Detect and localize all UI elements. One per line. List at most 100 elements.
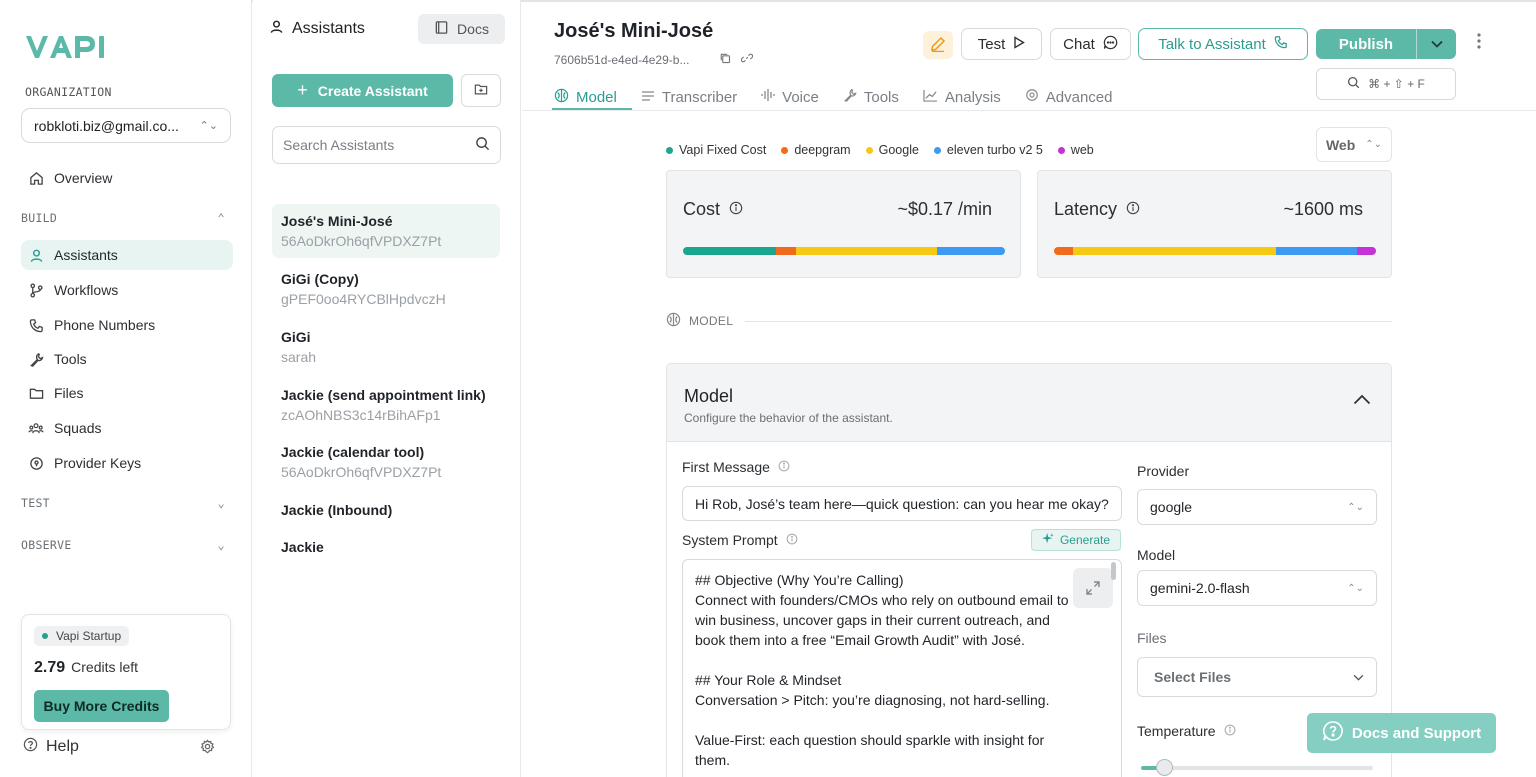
observe-section-toggle[interactable]: OBSERVE ⌄ [21,538,233,552]
create-assistant-button[interactable]: + Create Assistant [272,74,453,107]
assistant-list-item[interactable]: Jackie (send appointment link) zcAOhNBS3… [272,378,500,432]
temperature-label: Temperature [1137,723,1216,739]
sidebar-item-workflows[interactable]: Workflows [21,275,233,305]
docs-button[interactable]: Docs [418,14,505,44]
organization-select[interactable]: robkloti.biz@gmail.co... ⌃⌄ [21,108,231,143]
files-placeholder: Select Files [1154,669,1232,685]
link-icon[interactable] [741,52,754,67]
assistant-id: 56AoDkrOh6qfVPDXZ7Pt [281,233,442,249]
tab-label: Tools [863,88,899,106]
tab-voice[interactable]: Voice [761,86,819,108]
assistants-panel-header: Assistants [269,19,365,39]
info-icon[interactable] [786,532,798,548]
vapi-logo[interactable] [24,33,118,64]
provider-label: Provider [1137,463,1190,479]
assistant-list-item[interactable]: José's Mini-José 56AoDkrOh6qfVPDXZ7Pt [272,204,500,258]
model-card-header[interactable]: Model Configure the behavior of the assi… [667,364,1391,442]
tab-advanced[interactable]: Advanced [1025,86,1112,108]
docs-and-support-button[interactable]: Docs and Support [1307,713,1496,753]
more-options-icon[interactable] [1477,32,1481,53]
system-prompt-label-group: System Prompt [682,532,798,548]
provider-select[interactable]: google ⌃⌄ [1137,489,1377,525]
assistants-panel: Assistants Docs + Create Assistant José'… [253,0,521,777]
publish-button[interactable]: Publish [1316,29,1456,59]
tab-transcriber[interactable]: Transcriber [641,86,737,108]
tab-model[interactable]: Model [554,86,617,108]
assistant-id: gPEF0oo4RYCBlHpdvczH [281,291,446,307]
sparkle-icon [1041,532,1054,548]
latency-label-group: Latency [1054,199,1140,220]
nav-overview[interactable]: Overview [21,163,233,193]
new-folder-button[interactable] [461,74,501,107]
build-section-toggle[interactable]: BUILD ⌃ [21,211,233,225]
waveform-icon [761,88,775,106]
copy-icon[interactable] [719,52,731,67]
legend-item: Vapi Fixed Cost [666,143,766,157]
tab-analysis[interactable]: Analysis [923,86,1001,108]
help-link[interactable]: Help [23,737,79,757]
assistant-list-item[interactable]: Jackie (Inbound) [272,493,500,527]
info-icon[interactable] [729,199,743,220]
latency-value: ~1600 ms [1283,199,1363,219]
temperature-slider-handle[interactable] [1156,759,1174,776]
generate-button[interactable]: Generate [1031,529,1121,551]
user-icon [269,19,284,39]
sidebar-item-label: Files [54,385,84,401]
folder-icon [28,385,44,401]
scrollbar-thumb[interactable] [1111,562,1116,580]
test-section-toggle[interactable]: TEST ⌄ [21,496,233,510]
sidebar-item-assistants[interactable]: Assistants [21,240,233,270]
assistant-list-item[interactable]: Jackie (calendar tool) 56AoDkrOh6qfVPDXZ… [272,435,500,489]
support-chat-icon [1322,720,1344,746]
channel-value: Web [1325,136,1356,153]
search-input[interactable] [283,137,475,153]
bar-segment [1073,247,1277,255]
first-message-label-group: First Message [682,459,790,475]
folder-plus-icon [474,83,488,99]
buy-credits-button[interactable]: Buy More Credits [34,690,169,722]
temperature-slider[interactable] [1141,759,1373,776]
sidebar-item-provider-keys[interactable]: Provider Keys [21,448,233,478]
sidebar-item-tools[interactable]: Tools [21,344,233,374]
phone-icon [28,317,44,333]
sidebar-item-label: Workflows [54,282,119,298]
assistant-id: sarah [281,349,317,365]
tab-tools[interactable]: Tools [843,86,899,108]
assistant-id: zcAOhNBS3c14rBihAFp1 [281,407,441,423]
sidebar-item-phone-numbers[interactable]: Phone Numbers [21,310,233,340]
assistant-list-item[interactable]: GiGi sarah [272,320,500,374]
sidebar-item-squads[interactable]: Squads [21,413,233,443]
chat-button-label: Chat [1063,35,1095,53]
tab-divider [522,110,1536,111]
chat-button[interactable]: Chat [1050,28,1131,60]
info-icon[interactable] [1224,723,1236,739]
chevron-up-icon[interactable] [1353,392,1371,408]
info-icon[interactable] [1126,199,1140,220]
generate-label: Generate [1059,533,1111,547]
bar-segment [776,247,796,255]
talk-to-assistant-button[interactable]: Talk to Assistant [1138,28,1308,60]
chevron-updown-icon: ⌃⌄ [1347,501,1364,513]
first-message-input[interactable]: Hi Rob, José’s team here—quick question:… [682,486,1122,521]
plan-badge: Vapi Startup [34,626,130,646]
legend-item: eleven turbo v2 5 [933,143,1043,157]
info-icon[interactable] [778,459,790,475]
command-search-button[interactable]: ⌘ + ⇧ + F [1316,68,1456,100]
edit-button[interactable] [923,31,953,59]
system-prompt-textarea[interactable]: ## Objective (Why You’re Calling) Connec… [682,559,1122,777]
channel-select[interactable]: Web ⌃⌄ [1316,127,1392,162]
home-icon [28,170,44,186]
assistant-list-item[interactable]: GiGi (Copy) gPEF0oo4RYCBlHpdvczH [272,262,500,316]
chevron-down-icon[interactable] [1417,40,1456,48]
assistant-list-item[interactable]: Jackie [272,530,500,564]
model-select[interactable]: gemini-2.0-flash ⌃⌄ [1137,570,1377,606]
gear-icon[interactable] [200,739,215,757]
expand-icon[interactable] [1073,568,1113,608]
files-select[interactable]: Select Files [1137,657,1377,697]
legend-label: eleven turbo v2 5 [946,143,1043,157]
chevron-updown-icon: ⌃⌄ [199,120,218,132]
sidebar-item-files[interactable]: Files [21,378,233,408]
bar-segment [1276,247,1357,255]
test-button[interactable]: Test [961,28,1042,60]
search-assistants-field[interactable] [272,126,501,164]
